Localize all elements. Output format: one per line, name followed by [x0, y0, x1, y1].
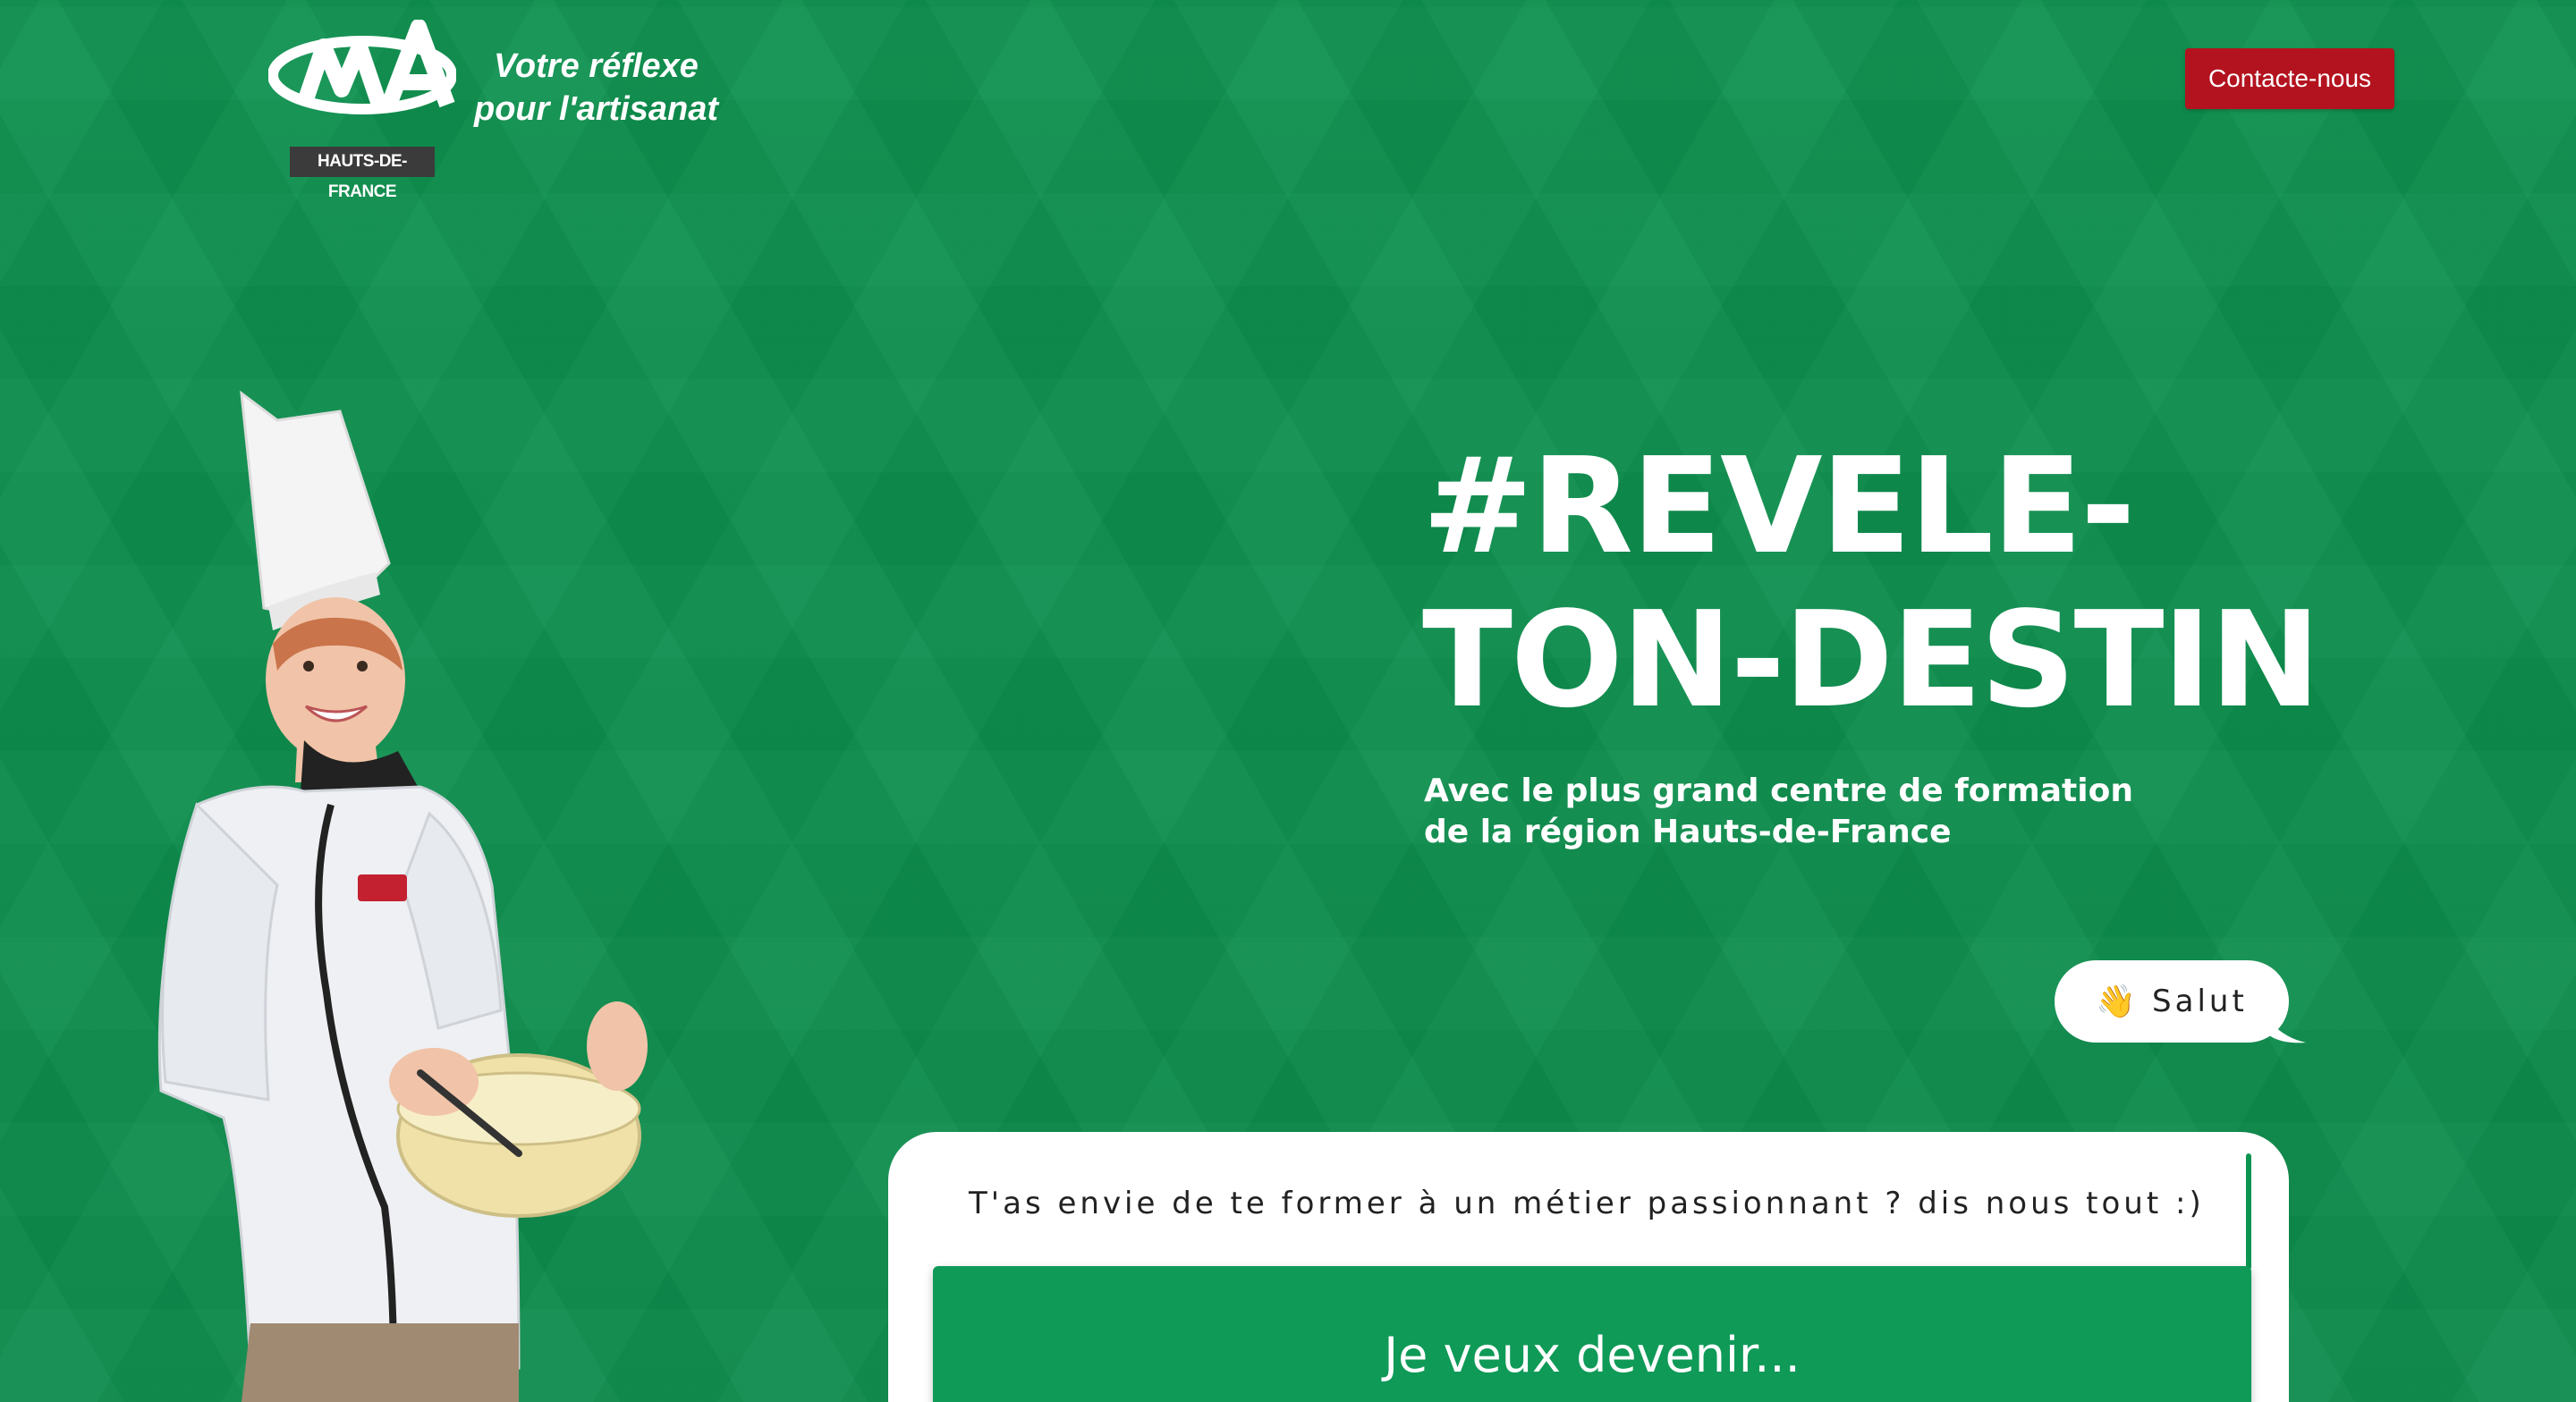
hero-title-line-1: #REVELE-: [1422, 429, 2136, 583]
chat-greeting-bubble: 👋 Salut: [2055, 960, 2289, 1043]
choice-je-veux-devenir-button[interactable]: Je veux devenir...: [933, 1266, 2251, 1402]
chat-greeting-text: Salut: [2152, 984, 2248, 1019]
hero-subtitle: Avec le plus grand centre de formation d…: [1424, 771, 2229, 853]
hero-subtitle-line-2: de la région Hauts-de-France: [1424, 814, 1952, 850]
tagline-line-2: pour l'artisanat: [474, 90, 718, 128]
chat-prompt: T'as envie de te former à un métier pass…: [969, 1186, 2205, 1221]
contact-button[interactable]: Contacte-nous: [2185, 48, 2394, 109]
hero-title: #REVELE- TON-DESTIN: [1422, 429, 2406, 737]
chat-panel: T'as envie de te former à un métier pass…: [888, 1132, 2289, 1402]
waving-hand-icon: 👋: [2096, 984, 2137, 1020]
cma-logo[interactable]: HAUTS-DE-FRANCE Votre réflexe pour l'art…: [268, 20, 751, 201]
hero-subtitle-line-1: Avec le plus grand centre de formation: [1424, 773, 2133, 809]
logo-tagline: Votre réflexe pour l'artisanat: [474, 45, 718, 131]
chat-scrollbar[interactable]: [2246, 1153, 2251, 1270]
logo-region-label: HAUTS-DE-FRANCE: [290, 147, 435, 201]
tagline-line-1: Votre réflexe: [494, 47, 699, 85]
chef-photo: [157, 390, 648, 1402]
hero-title-line-2: TON-DESTIN: [1422, 583, 2321, 737]
